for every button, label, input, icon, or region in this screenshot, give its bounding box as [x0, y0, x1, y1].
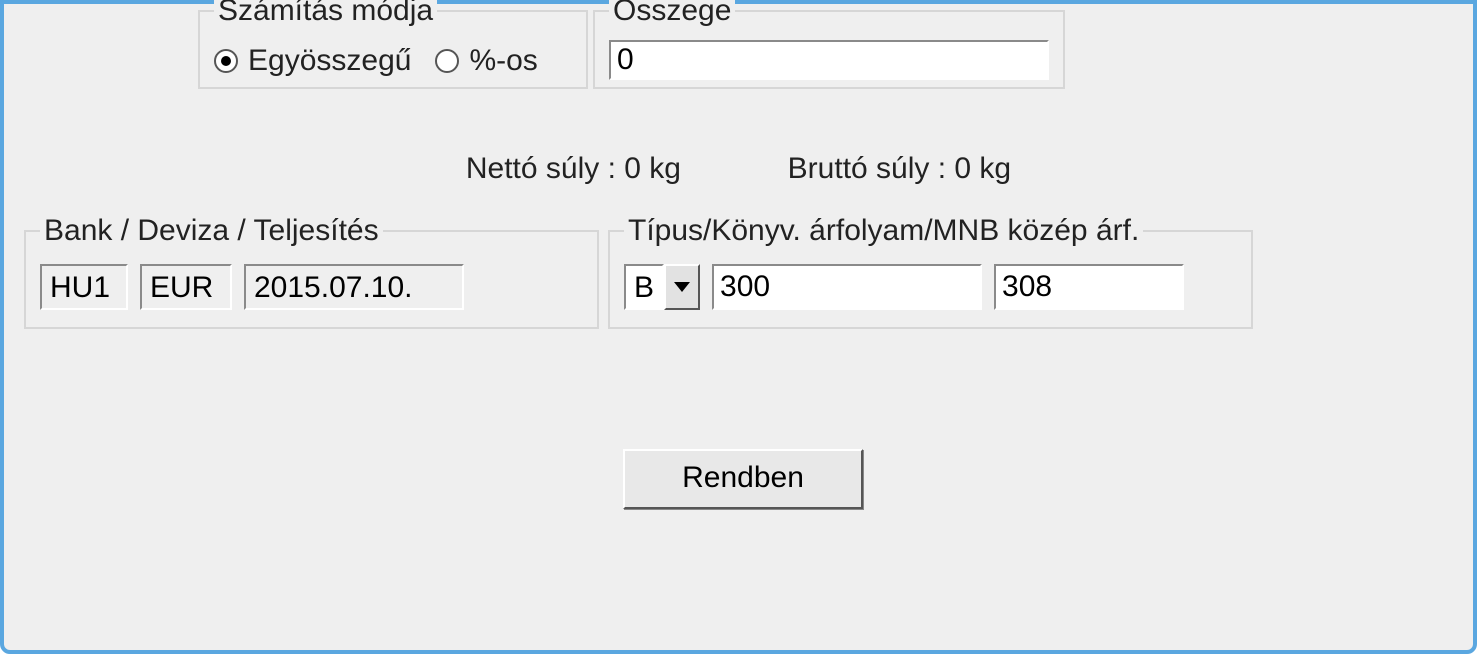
amount-input[interactable]: [609, 40, 1049, 80]
gross-weight-label: Bruttó súly : 0 kg: [788, 152, 1011, 186]
book-rate-input[interactable]: [712, 264, 982, 310]
rate-group: Típus/Könyv. árfolyam/MNB közép árf. B: [608, 214, 1253, 329]
dialog-window: Számítás módja Egyösszegű %-os Összege N…: [0, 0, 1477, 654]
date-field: 2015.07.10.: [244, 264, 464, 310]
calc-mode-group: Számítás módja Egyösszegű %-os: [198, 0, 588, 89]
rate-type-value: B: [624, 264, 664, 310]
bank-group-legend: Bank / Deviza / Teljesítés: [40, 214, 383, 248]
weights-row: Nettó súly : 0 kg Bruttó súly : 0 kg: [18, 152, 1459, 186]
amount-group: Összege: [593, 0, 1065, 89]
radio-percent-label: %-os: [469, 44, 537, 78]
dialog-content: Számítás módja Egyösszegű %-os Összege N…: [18, 4, 1459, 636]
calc-mode-options: Egyösszegű %-os: [214, 44, 572, 78]
currency-field: EUR: [140, 264, 232, 310]
net-weight-label: Nettó súly : 0 kg: [466, 152, 681, 186]
chevron-down-icon[interactable]: [664, 264, 700, 310]
amount-legend: Összege: [609, 0, 735, 28]
rate-type-dropdown[interactable]: B: [624, 264, 700, 310]
rate-group-legend: Típus/Könyv. árfolyam/MNB közép árf.: [624, 214, 1143, 248]
ok-button[interactable]: Rendben: [623, 449, 863, 509]
mnb-rate-input[interactable]: [994, 264, 1184, 310]
calc-mode-legend: Számítás módja: [214, 0, 437, 28]
radio-lump-sum-label: Egyösszegű: [248, 44, 411, 78]
radio-lump-sum[interactable]: [214, 49, 238, 73]
bank-group: Bank / Deviza / Teljesítés HU1 EUR 2015.…: [24, 214, 599, 329]
radio-percent[interactable]: [435, 49, 459, 73]
ok-button-label: Rendben: [682, 461, 804, 494]
bank-code-field: HU1: [40, 264, 128, 310]
